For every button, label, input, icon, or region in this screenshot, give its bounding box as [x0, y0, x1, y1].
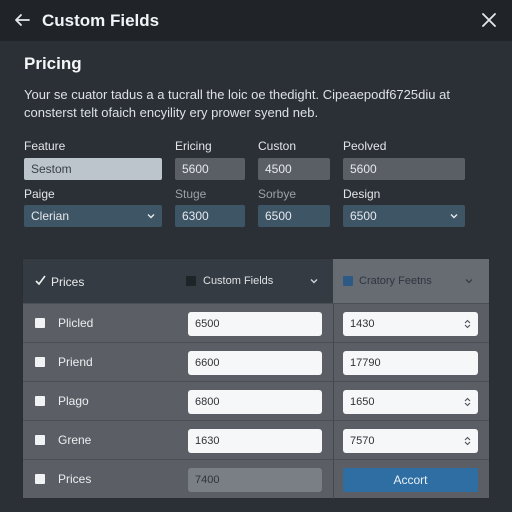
title-bar: Custom Fields [0, 0, 512, 41]
row-number-stepper[interactable]: 1650 [343, 390, 478, 414]
header-checkbox-selected[interactable] [343, 276, 353, 286]
row-name: Prices [58, 472, 92, 486]
row-number-stepper[interactable]: 1430 [343, 312, 478, 336]
row-number-value: 7570 [350, 435, 375, 447]
label-design: Design [343, 187, 381, 201]
window-title: Custom Fields [42, 11, 160, 30]
close-icon[interactable] [482, 13, 496, 27]
back-arrow-icon[interactable] [13, 11, 31, 29]
table-row: Priend 6600 17790 [23, 342, 489, 381]
row-value-input[interactable]: 6800 [188, 390, 322, 414]
header-custom-fields[interactable]: Custom Fields [203, 275, 273, 287]
row-value-input[interactable]: 1630 [188, 429, 322, 453]
design-select-value: 6500 [350, 209, 377, 223]
chevron-down-icon [147, 214, 155, 219]
row-checkbox[interactable] [35, 357, 45, 367]
label-page: Paige [24, 187, 55, 201]
custom-input[interactable]: 4500 [258, 158, 330, 180]
row-value-input[interactable]: 6500 [188, 312, 322, 336]
label-stage: Stuge [175, 187, 207, 201]
stepper-icon[interactable] [464, 319, 471, 329]
header-prices[interactable]: Prices [51, 275, 84, 289]
label-feature: Feature [24, 139, 66, 153]
header-category-fields[interactable]: Cratory Feetns [359, 275, 432, 287]
table-header: Prices Custom Fields Cratory Feetns [23, 259, 489, 303]
row-checkbox[interactable] [35, 435, 45, 445]
row-number-value: 1430 [350, 318, 375, 330]
feature-input[interactable]: Sestom [24, 158, 162, 180]
label-resolved: Peolved [343, 139, 387, 153]
stage-input[interactable]: 6300 [175, 205, 245, 227]
section-title: Pricing [24, 54, 82, 73]
label-custom: Custon [258, 139, 297, 153]
row-number-stepper[interactable]: 17790 [343, 351, 478, 375]
stepper-icon[interactable] [464, 436, 471, 446]
fields-table: Prices Custom Fields Cratory Feetns Plic… [22, 258, 490, 499]
table-row: Prices 7400 Accort [23, 459, 489, 498]
row-number-value: 17790 [350, 357, 381, 369]
page-select[interactable]: Clerian [24, 205, 162, 227]
pricing-input[interactable]: 5600 [175, 158, 245, 180]
header-checkbox[interactable] [186, 276, 196, 286]
row-checkbox[interactable] [35, 396, 45, 406]
section-description: Your se cuator tadus a a tucrall the loi… [24, 87, 450, 120]
chevron-down-icon [450, 214, 458, 219]
stepper-icon[interactable] [464, 397, 471, 407]
row-number-stepper[interactable]: 7570 [343, 429, 478, 453]
row-name: Plicled [58, 316, 94, 330]
chevron-down-icon[interactable] [310, 277, 318, 285]
table-row: Plago 6800 1650 [23, 381, 489, 420]
row-name: Priend [58, 355, 93, 369]
design-select[interactable]: 6500 [343, 205, 465, 227]
accept-button[interactable]: Accort [343, 468, 478, 492]
chevron-down-icon[interactable] [465, 277, 473, 285]
row-name: Plago [58, 394, 89, 408]
page-select-value: Clerian [31, 209, 70, 223]
row-checkbox[interactable] [35, 474, 45, 484]
row-value-input[interactable]: 7400 [188, 468, 322, 492]
table-row: Plicled 6500 1430 [23, 303, 489, 342]
table-row: Grene 1630 7570 [23, 420, 489, 459]
resolved-input[interactable]: 5600 [343, 158, 465, 180]
sortbye-input[interactable]: 6500 [258, 205, 330, 227]
label-sortbye: Sorbye [258, 187, 297, 201]
row-value-input[interactable]: 6600 [188, 351, 322, 375]
checkmark-icon[interactable] [35, 275, 46, 286]
row-checkbox[interactable] [35, 318, 45, 328]
label-pricing: Ericing [175, 139, 212, 153]
row-number-value: 1650 [350, 396, 375, 408]
row-name: Grene [58, 433, 92, 447]
